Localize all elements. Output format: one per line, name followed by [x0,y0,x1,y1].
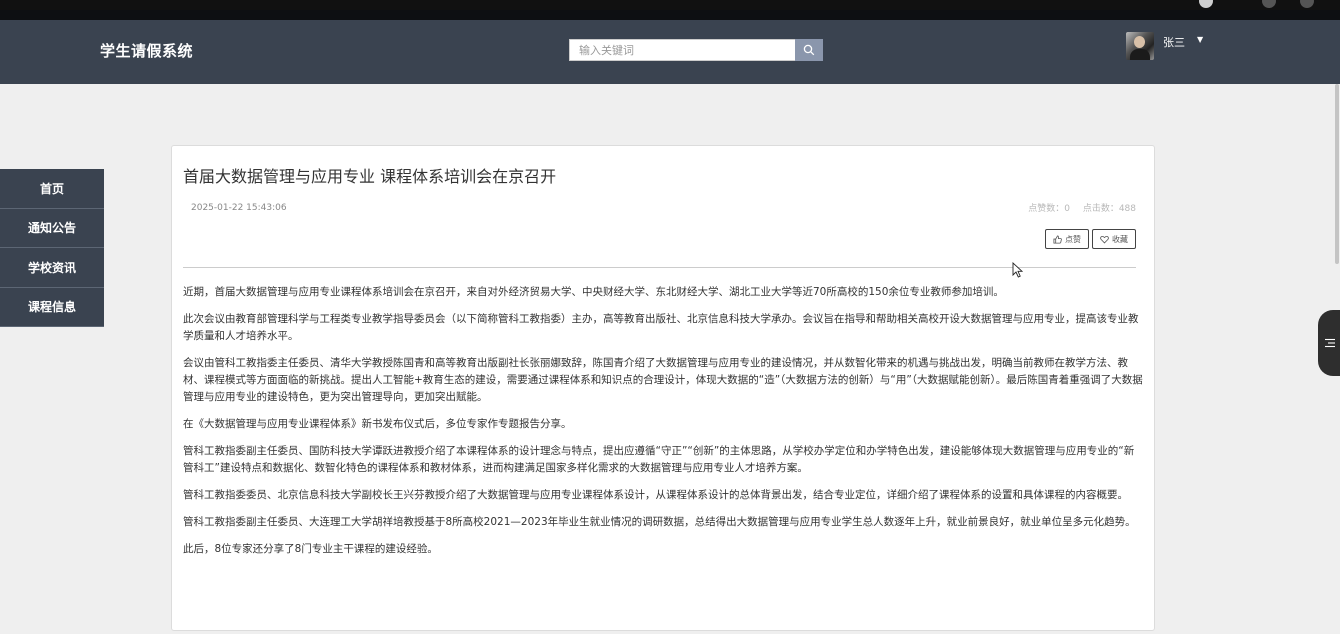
user-menu[interactable]: 张三 ▼ [1126,32,1203,60]
os-tray-icon [1262,0,1276,8]
os-top-strip [0,0,1340,10]
side-nav: 首页 通知公告 学校资讯 课程信息 [0,169,104,327]
article-content: 近期，首届大数据管理与应用专业课程体系培训会在京召开，来自对外经济贸易大学、中央… [183,284,1144,568]
favorite-button-label: 收藏 [1112,234,1128,244]
clicks-count: 点击数：488 [1082,204,1136,214]
like-button[interactable]: 点赞 [1045,229,1089,249]
nav-item-label: 通知公告 [27,221,76,236]
caret-down-icon[interactable]: ▼ [1197,35,1203,44]
article-paragraph: 管科工教指委委员、北京信息科技大学副校长王兴芬教授介绍了大数据管理与应用专业课程… [183,489,1128,501]
divider [183,267,1136,268]
article-title: 首届大数据管理与应用专业 课程体系培训会在京召开 [183,167,557,186]
nav-item-notices[interactable]: 通知公告 [0,208,104,248]
nav-item-label: 课程信息 [27,300,76,315]
site-brand[interactable]: 学生请假系统 [100,40,193,61]
side-panel-toggle[interactable] [1318,310,1340,376]
article-paragraph: 会议由管科工教指委主任委员、清华大学教授陈国青和高等教育出版副社长张丽娜致辞，陈… [183,357,1143,403]
nav-item-school-news[interactable]: 学校资讯 [0,248,104,288]
top-header: 学生请假系统 张三 ▼ [0,10,1340,84]
article-actions: 点赞 收藏 [1045,229,1136,249]
favorite-button[interactable]: 收藏 [1092,229,1136,249]
search-icon [803,44,815,56]
article-date: 2025-01-22 15:43:06 [191,203,287,213]
nav-item-label: 首页 [39,181,64,196]
article-paragraph: 此次会议由教育部管理科学与工程类专业教学指导委员会（以下简称管科工教指委）主办，… [183,313,1139,342]
nav-item-label: 学校资讯 [27,260,76,275]
heart-icon [1100,235,1109,244]
list-icon [1325,338,1335,348]
article-paragraph: 此后，8位专家还分享了8门专业主干课程的建设经验。 [183,543,438,555]
nav-item-home[interactable]: 首页 [0,169,104,209]
mouse-cursor-icon [1012,262,1023,278]
likes-count: 点赞数：0 [1028,204,1070,214]
user-name[interactable]: 张三 [1163,34,1185,50]
os-tray-icon [1300,0,1314,8]
avatar[interactable] [1126,32,1154,60]
article-paragraph: 在《大数据管理与应用专业课程体系》新书发布仪式后，多位专家作专题报告分享。 [183,418,572,430]
search-button[interactable] [795,39,823,61]
article-paragraph: 管科工教指委副主任委员、国防科技大学谭跃进教授介绍了本课程体系的设计理念与特点，… [183,445,1135,474]
nav-item-course-info[interactable]: 课程信息 [0,287,104,327]
search-bar [569,39,823,61]
scrollbar[interactable] [1335,84,1339,264]
article-stats: 点赞数：0 点击数：488 [1018,201,1136,214]
like-button-label: 点赞 [1065,234,1081,244]
article-card: 首届大数据管理与应用专业 课程体系培训会在京召开 2025-01-22 15:4… [171,145,1155,631]
article-paragraph: 近期，首届大数据管理与应用专业课程体系培训会在京召开，来自对外经济贸易大学、中央… [183,286,1004,298]
thumbs-up-icon [1053,234,1062,244]
article-paragraph: 管科工教指委副主任委员、大连理工大学胡祥培教授基于8所高校2021—2023年毕… [183,516,1136,528]
search-input[interactable] [569,39,795,61]
os-tray-icon [1199,0,1213,8]
